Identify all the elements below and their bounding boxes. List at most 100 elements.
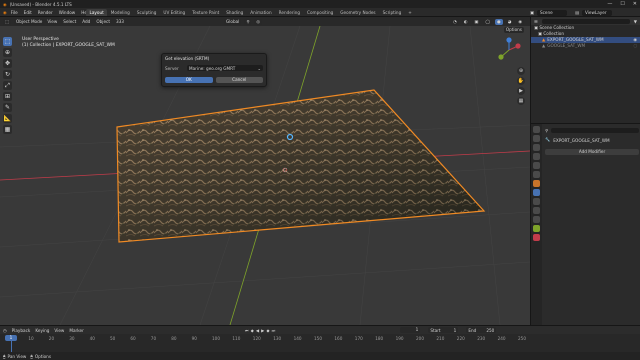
select-box-icon[interactable]: ⬚ <box>3 37 12 46</box>
menu-window[interactable]: Window <box>59 10 76 15</box>
close-button[interactable]: ✕ <box>633 1 637 7</box>
prev-key-icon[interactable]: ◆ <box>251 328 254 333</box>
collection-icon: ▣ <box>534 25 538 30</box>
wireframe-shading-icon[interactable]: ◯ <box>483 18 493 25</box>
material-tab-icon[interactable] <box>533 234 540 241</box>
tab-texture-paint[interactable]: Texture Paint <box>189 9 223 16</box>
annotate-tool-icon[interactable]: ✎ <box>3 103 12 112</box>
tab-animation[interactable]: Animation <box>247 9 275 16</box>
rotate-tool-icon[interactable]: ↻ <box>3 70 12 79</box>
menu-edit[interactable]: Edit <box>24 10 32 15</box>
jump-end-icon[interactable]: ⏭ <box>272 328 276 333</box>
menu-object[interactable]: Object <box>96 19 110 24</box>
menu-file[interactable]: File <box>11 10 18 15</box>
scale-tool-icon[interactable]: ⤢ <box>3 81 12 90</box>
outliner-search-input[interactable] <box>541 18 630 24</box>
transform-tool-icon[interactable]: ⊞ <box>3 92 12 101</box>
menu-playback[interactable]: Playback <box>12 328 31 333</box>
xray-icon[interactable]: ▣ <box>472 18 481 25</box>
zoom-icon[interactable]: ⊕ <box>517 67 525 75</box>
props-search-input[interactable] <box>551 127 639 133</box>
menu-add[interactable]: Add <box>82 19 90 24</box>
tab-sculpting[interactable]: Sculpting <box>133 9 160 16</box>
perspective-toggle-icon[interactable]: ▦ <box>517 97 525 105</box>
menu-marker[interactable]: Marker <box>69 328 83 333</box>
camera-view-icon[interactable]: ▶ <box>517 87 525 95</box>
render-tab-icon[interactable] <box>533 135 540 142</box>
x-axis-gizmo-icon[interactable] <box>515 43 521 49</box>
cancel-button[interactable]: Cancel <box>215 77 263 83</box>
z-axis-gizmo-icon[interactable] <box>506 37 512 43</box>
tab-uv-editing[interactable]: UV Editing <box>160 9 189 16</box>
scene-tab-icon[interactable] <box>533 162 540 169</box>
move-tool-icon[interactable]: ✥ <box>3 59 12 68</box>
timeline-editor-icon[interactable]: ◷ <box>3 328 7 333</box>
scene-field[interactable]: Scene <box>536 9 567 16</box>
tool-shelf: ⬚ ⊕ ✥ ↻ ⤢ ⊞ ✎ 📐 ▦ <box>3 37 13 136</box>
modifier-tab-icon[interactable] <box>533 189 540 196</box>
y-axis-gizmo-icon[interactable] <box>498 54 504 60</box>
menu-timeline-view[interactable]: View <box>54 328 64 333</box>
menu-select[interactable]: Select <box>63 19 76 24</box>
view-layer-field[interactable]: ViewLayer <box>581 9 612 16</box>
tool-tab-icon[interactable] <box>533 126 540 133</box>
options-button[interactable]: Options <box>503 27 524 33</box>
ok-button[interactable]: OK <box>165 77 213 83</box>
cursor-tool-icon[interactable]: ⊕ <box>3 48 12 57</box>
eye-closed-icon[interactable]: ◌ <box>633 43 637 49</box>
particles-tab-icon[interactable] <box>533 198 540 205</box>
material-shading-icon[interactable]: ◕ <box>505 18 514 25</box>
filter-icon[interactable]: ▼ <box>634 19 637 24</box>
current-frame-field[interactable]: 1 <box>400 327 421 333</box>
world-tab-icon[interactable] <box>533 171 540 178</box>
add-modifier-button[interactable]: Add Modifier <box>545 149 639 155</box>
snap-icon[interactable]: ⚲ <box>244 18 252 25</box>
constraints-tab-icon[interactable] <box>533 216 540 223</box>
editor-type-icon[interactable]: ⬚ <box>3 18 11 25</box>
outliner-item-google[interactable]: ▲ GOOGLE_SAT_WM ◌ <box>531 43 640 49</box>
physics-tab-icon[interactable] <box>533 207 540 214</box>
tab-modeling[interactable]: Modeling <box>107 9 133 16</box>
maximize-button[interactable]: ☐ <box>620 1 624 7</box>
title-bar: ◉ (Unsaved) - Blender 4.5.1 LTS — ☐ ✕ <box>0 0 640 8</box>
3d-viewport[interactable]: ⬚ Object Mode View Select Add Object 333… <box>0 17 530 325</box>
start-frame-field[interactable]: Start 1 <box>428 327 459 333</box>
overlays-icon[interactable]: ◐ <box>461 18 470 25</box>
menu-view[interactable]: View <box>47 19 57 24</box>
tab-geometry-nodes[interactable]: Geometry Nodes <box>337 9 379 16</box>
rendered-shading-icon[interactable]: ◉ <box>516 18 524 25</box>
data-tab-icon[interactable] <box>533 225 540 232</box>
play-reverse-icon[interactable]: ◀ <box>256 328 259 333</box>
menu-render[interactable]: Render <box>38 10 53 15</box>
measure-tool-icon[interactable]: 📐 <box>3 114 12 123</box>
tab-rendering[interactable]: Rendering <box>275 9 303 16</box>
outliner-editor-icon[interactable]: ☰ <box>534 19 538 24</box>
object-tab-icon[interactable] <box>533 180 540 187</box>
menu-keying[interactable]: Keying <box>35 328 49 333</box>
solid-shading-icon[interactable]: ● <box>495 18 503 25</box>
frame-ruler[interactable]: 0102030405060708090100110120130140150160… <box>0 335 640 341</box>
mode-dropdown[interactable]: Object Mode <box>13 18 45 25</box>
blender-menu-icon[interactable]: ◉ <box>3 10 7 15</box>
proportional-edit-icon[interactable]: ◎ <box>254 18 263 25</box>
end-frame-field[interactable]: End 250 <box>466 327 497 333</box>
add-cube-tool-icon[interactable]: ▦ <box>3 125 12 134</box>
orientation-dropdown[interactable]: Global <box>223 18 242 25</box>
tab-shading[interactable]: Shading <box>223 9 247 16</box>
mouse-icon: 🖱 <box>3 353 6 359</box>
view-layer-tab-icon[interactable] <box>533 153 540 160</box>
server-dropdown[interactable]: Marine: geo.org GMRT ⌄ <box>187 65 263 71</box>
output-tab-icon[interactable] <box>533 144 540 151</box>
tab-layout[interactable]: Layout <box>86 9 108 16</box>
navigation-gizmo[interactable] <box>496 37 522 63</box>
next-key-icon[interactable]: ◆ <box>266 328 269 333</box>
menu-addon[interactable]: 333 <box>116 19 124 24</box>
tab-compositing[interactable]: Compositing <box>304 9 337 16</box>
minimize-button[interactable]: — <box>607 1 612 7</box>
tab-scripting[interactable]: Scripting <box>379 9 405 16</box>
play-icon[interactable]: ▶ <box>261 328 264 333</box>
pan-hand-icon[interactable]: ✋ <box>517 77 525 85</box>
jump-start-icon[interactable]: ⏮ <box>245 328 249 333</box>
add-workspace-button[interactable]: + <box>405 9 416 16</box>
visibility-icon[interactable]: ◔ <box>451 18 459 25</box>
